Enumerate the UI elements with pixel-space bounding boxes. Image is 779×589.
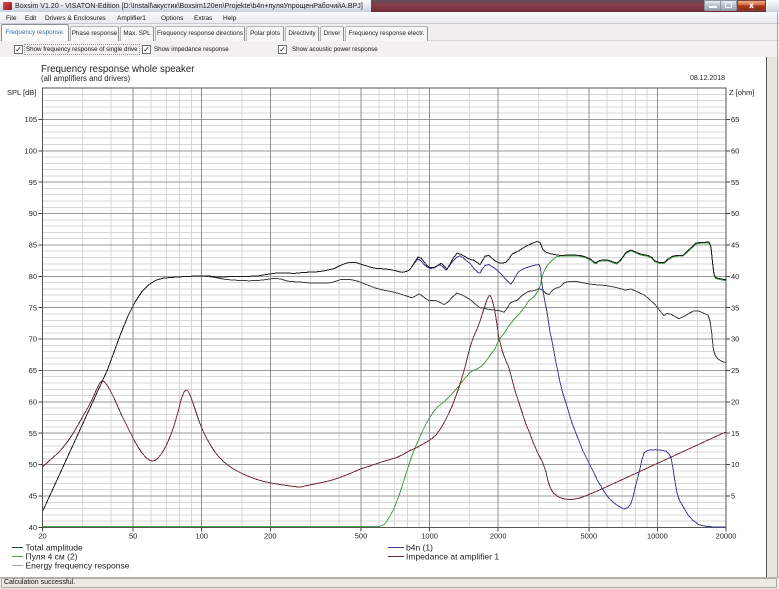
svg-text:15: 15	[731, 429, 739, 438]
svg-text:SPL [dB]: SPL [dB]	[7, 88, 36, 97]
svg-text:500: 500	[355, 532, 368, 541]
svg-text:70: 70	[29, 335, 37, 344]
svg-text:60: 60	[29, 398, 37, 407]
svg-text:100: 100	[24, 146, 37, 155]
svg-text:85: 85	[29, 241, 37, 250]
svg-text:Energy frequency response: Energy frequency response	[26, 561, 130, 571]
svg-text:08.12.2018: 08.12.2018	[690, 75, 725, 82]
svg-text:90: 90	[29, 209, 37, 218]
svg-text:50: 50	[731, 209, 739, 218]
svg-text:2000: 2000	[490, 532, 507, 541]
svg-text:25: 25	[731, 366, 739, 375]
svg-text:20: 20	[731, 398, 739, 407]
svg-text:35: 35	[731, 303, 739, 312]
svg-text:200: 200	[264, 532, 277, 541]
svg-text:(all amplifiers and drivers): (all amplifiers and drivers)	[41, 74, 131, 83]
svg-text:10: 10	[731, 460, 739, 469]
svg-text:75: 75	[29, 303, 37, 312]
svg-text:50: 50	[29, 460, 37, 469]
svg-text:65: 65	[29, 366, 37, 375]
svg-text:95: 95	[29, 178, 37, 187]
svg-text:40: 40	[731, 272, 739, 281]
svg-text:80: 80	[29, 272, 37, 281]
svg-text:Impedance at amplifier 1: Impedance at amplifier 1	[406, 552, 499, 562]
svg-text:30: 30	[731, 335, 739, 344]
svg-text:55: 55	[731, 178, 739, 187]
svg-text:100: 100	[195, 532, 208, 541]
svg-text:20: 20	[38, 532, 46, 541]
svg-text:45: 45	[29, 492, 37, 501]
svg-text:20000: 20000	[716, 532, 737, 541]
svg-text:45: 45	[731, 241, 739, 250]
svg-text:Z [ohm]: Z [ohm]	[729, 88, 754, 97]
svg-text:1000: 1000	[421, 532, 438, 541]
svg-text:10000: 10000	[647, 532, 668, 541]
svg-text:5: 5	[731, 492, 735, 501]
svg-text:40: 40	[29, 523, 37, 532]
svg-text:105: 105	[24, 115, 37, 124]
svg-text:60: 60	[731, 146, 739, 155]
svg-text:65: 65	[731, 115, 739, 124]
svg-text:50: 50	[129, 532, 137, 541]
svg-text:55: 55	[29, 429, 37, 438]
svg-text:5000: 5000	[580, 532, 597, 541]
